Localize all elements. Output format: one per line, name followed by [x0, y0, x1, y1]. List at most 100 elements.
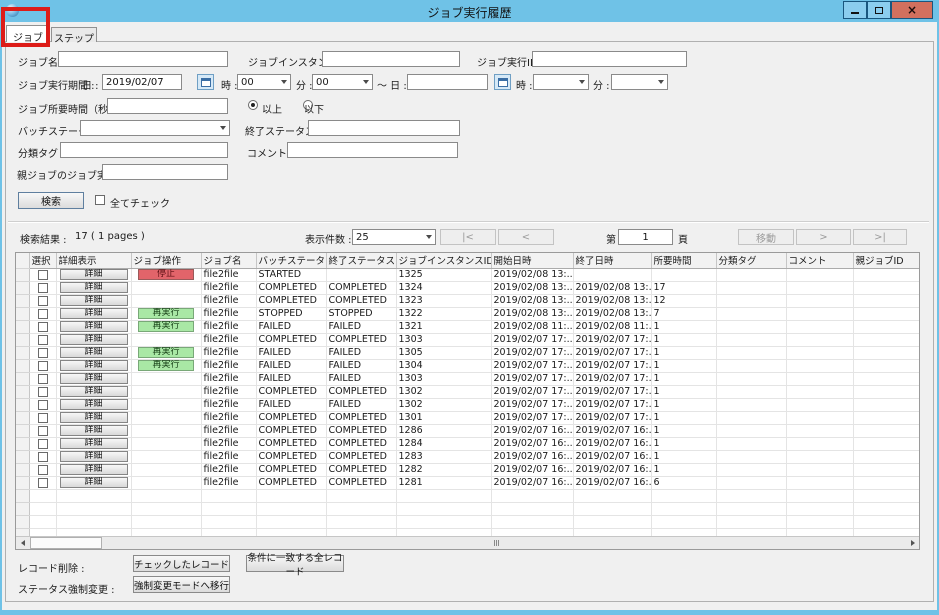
row-select-checkbox[interactable] [38, 283, 48, 293]
parent-job-id-cell [853, 320, 919, 333]
row-select-checkbox[interactable] [38, 322, 48, 332]
scroll-left-icon[interactable] [16, 537, 29, 549]
column-header[interactable]: ジョブインスタンスID [396, 253, 491, 268]
row-select-checkbox[interactable] [38, 400, 48, 410]
hour-to-select[interactable] [533, 74, 589, 90]
column-header[interactable]: 終了日時 [573, 253, 651, 268]
job-instance-id-cell: 1286 [396, 424, 491, 437]
hour-from-select[interactable]: 00 [237, 74, 291, 90]
calendar-from-button[interactable] [197, 74, 214, 90]
date-to-input[interactable] [407, 74, 488, 90]
detail-button[interactable]: 詳細 [60, 347, 128, 358]
job-exec-id-input[interactable] [532, 51, 687, 67]
horizontal-scrollbar[interactable] [16, 536, 919, 549]
delete-checked-button[interactable]: チェックしたレコード [133, 555, 230, 572]
detail-button[interactable]: 詳細 [60, 451, 128, 462]
column-header[interactable]: 親ジョブID [853, 253, 919, 268]
detail-button[interactable]: 詳細 [60, 477, 128, 488]
row-select-checkbox[interactable] [38, 413, 48, 423]
detail-button[interactable]: 詳細 [60, 412, 128, 423]
minute-to-select[interactable] [611, 74, 668, 90]
row-select-checkbox[interactable] [38, 348, 48, 358]
page-number-input[interactable] [618, 229, 673, 245]
tab-step[interactable]: ステップ [51, 27, 97, 42]
search-button[interactable]: 検索 [18, 192, 84, 209]
tag-input[interactable] [60, 142, 228, 158]
maximize-button[interactable] [867, 1, 891, 19]
row-select-checkbox[interactable] [38, 309, 48, 319]
detail-button[interactable]: 詳細 [60, 321, 128, 332]
job-instance-id-cell: 1284 [396, 437, 491, 450]
comment-input[interactable] [287, 142, 458, 158]
page-size-select[interactable]: 25 [352, 229, 436, 245]
stop-button[interactable]: 停止 [138, 269, 194, 280]
last-page-button[interactable]: >| [853, 229, 907, 245]
parent-exec-id-input[interactable] [102, 164, 228, 180]
detail-button[interactable]: 詳細 [60, 269, 128, 280]
batch-status-select[interactable] [80, 120, 230, 136]
row-select-checkbox[interactable] [38, 270, 48, 280]
minimize-button[interactable] [843, 1, 867, 19]
row-select-checkbox[interactable] [38, 439, 48, 449]
detail-button[interactable]: 詳細 [60, 295, 128, 306]
column-header[interactable]: ジョブ名 [201, 253, 256, 268]
tab-job[interactable]: ジョブ [6, 25, 50, 42]
column-header[interactable]: 分類タグ [716, 253, 786, 268]
move-page-button[interactable]: 移動 [738, 229, 794, 245]
row-select-checkbox[interactable] [38, 387, 48, 397]
row-select-checkbox[interactable] [38, 465, 48, 475]
rerun-button[interactable]: 再実行 [138, 321, 194, 332]
start-datetime-cell: 2019/02/08 13:... [491, 268, 573, 281]
next-page-button[interactable]: > [796, 229, 851, 245]
job-name-cell: file2file [201, 281, 256, 294]
detail-button[interactable]: 詳細 [60, 425, 128, 436]
column-header[interactable]: 開始日時 [491, 253, 573, 268]
job-name-input[interactable] [58, 51, 228, 67]
row-select-checkbox[interactable] [38, 478, 48, 488]
batch-status-cell: COMPLETED [256, 437, 326, 450]
detail-button[interactable]: 詳細 [60, 308, 128, 319]
detail-button[interactable]: 詳細 [60, 282, 128, 293]
batch-status-cell: FAILED [256, 359, 326, 372]
force-mode-button[interactable]: 強制変更モードへ移行 [133, 576, 230, 593]
row-select-checkbox[interactable] [38, 296, 48, 306]
ge-radio[interactable] [248, 100, 258, 110]
column-header[interactable]: コメント [786, 253, 853, 268]
first-page-button[interactable]: |< [440, 229, 496, 245]
detail-button[interactable]: 詳細 [60, 438, 128, 449]
column-header[interactable]: ジョブ操作 [131, 253, 201, 268]
column-header[interactable]: バッチステータス [256, 253, 326, 268]
calendar-to-button[interactable] [494, 74, 511, 90]
exit-status-input[interactable] [308, 120, 460, 136]
date-from-input[interactable] [102, 74, 182, 90]
close-button[interactable]: × [891, 1, 933, 19]
delete-all-matching-button[interactable]: 条件に一致する全レコード [246, 555, 344, 572]
row-select-checkbox[interactable] [38, 335, 48, 345]
row-select-checkbox[interactable] [38, 361, 48, 371]
column-header[interactable]: 所要時間 [651, 253, 716, 268]
table-row: 詳細再実行file2fileFAILEDFAILED13212019/02/08… [16, 320, 919, 333]
tag-cell [716, 294, 786, 307]
rerun-button[interactable]: 再実行 [138, 347, 194, 358]
check-all-checkbox[interactable] [95, 195, 105, 205]
minute-from-select[interactable]: 00 [312, 74, 373, 90]
scrollbar-thumb[interactable] [30, 537, 102, 549]
detail-button[interactable]: 詳細 [60, 334, 128, 345]
detail-button[interactable]: 詳細 [60, 399, 128, 410]
scroll-right-icon[interactable] [906, 537, 919, 549]
rerun-button[interactable]: 再実行 [138, 308, 194, 319]
detail-button[interactable]: 詳細 [60, 373, 128, 384]
rerun-button[interactable]: 再実行 [138, 360, 194, 371]
duration-input[interactable] [107, 98, 228, 114]
row-select-checkbox[interactable] [38, 452, 48, 462]
row-select-checkbox[interactable] [38, 374, 48, 384]
column-header[interactable]: 終了ステータス [326, 253, 396, 268]
detail-button[interactable]: 詳細 [60, 464, 128, 475]
detail-button[interactable]: 詳細 [60, 386, 128, 397]
row-select-checkbox[interactable] [38, 426, 48, 436]
column-header[interactable]: 選択 [29, 253, 56, 268]
prev-page-button[interactable]: < [498, 229, 554, 245]
job-instance-id-input[interactable] [322, 51, 460, 67]
column-header[interactable]: 詳細表示 [56, 253, 131, 268]
detail-button[interactable]: 詳細 [60, 360, 128, 371]
